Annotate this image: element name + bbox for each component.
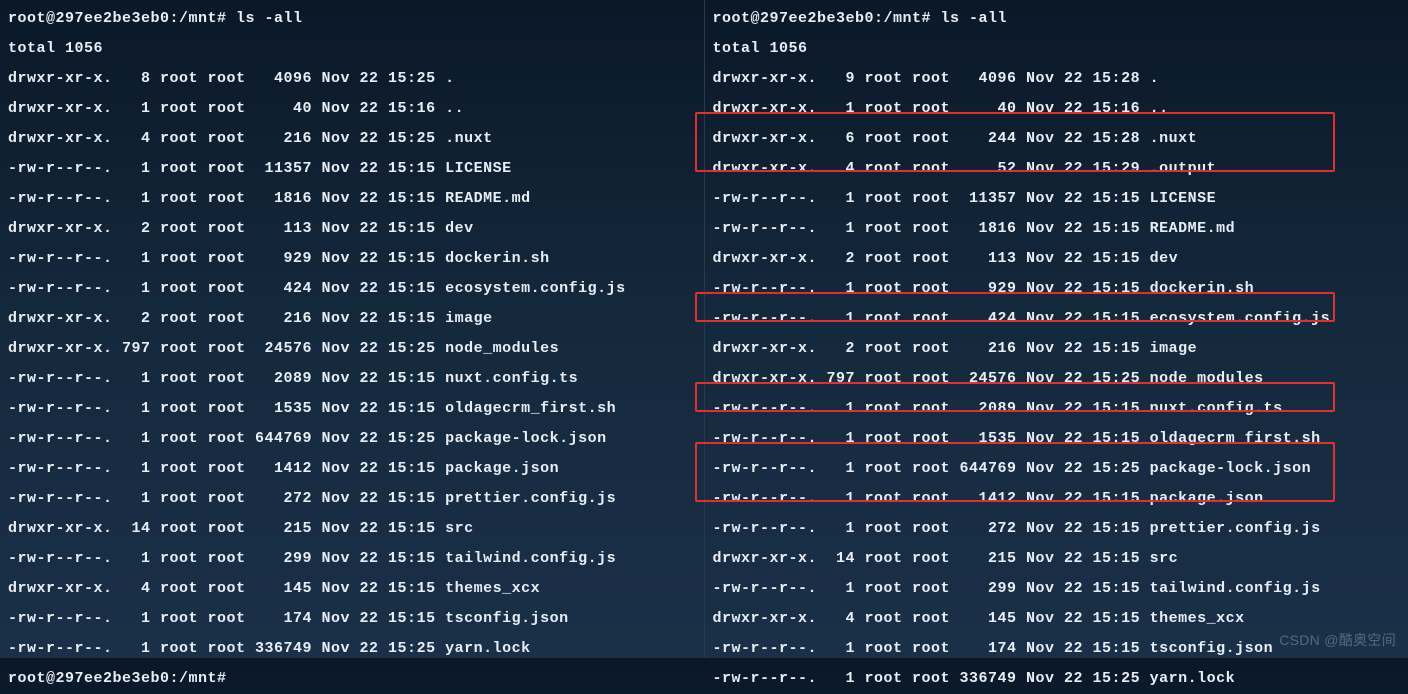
ls-entry: drwxr-xr-x. 1 root root 40 Nov 22 15:16 … — [8, 94, 696, 124]
ls-entry: drwxr-xr-x. 4 root root 145 Nov 22 15:15… — [8, 574, 696, 604]
ls-entry: drwxr-xr-x. 2 root root 113 Nov 22 15:15… — [8, 214, 696, 244]
ls-entry: -rw-r--r--. 1 root root 11357 Nov 22 15:… — [713, 184, 1401, 214]
ls-entry: drwxr-xr-x. 9 root root 4096 Nov 22 15:2… — [713, 64, 1401, 94]
ls-entry: -rw-r--r--. 1 root root 2089 Nov 22 15:1… — [8, 364, 696, 394]
total-line: total 1056 — [8, 34, 696, 64]
ls-entry: -rw-r--r--. 1 root root 1816 Nov 22 15:1… — [713, 214, 1401, 244]
highlight-box — [695, 112, 1335, 172]
prompt-line: root@297ee2be3eb0:/mnt# ls -all — [8, 4, 696, 34]
highlight-box — [695, 442, 1335, 502]
ls-entry: -rw-r--r--. 1 root root 174 Nov 22 15:15… — [8, 604, 696, 634]
ls-entry: -rw-r--r--. 1 root root 299 Nov 22 15:15… — [713, 574, 1401, 604]
ls-entry: -rw-r--r--. 1 root root 1535 Nov 22 15:1… — [8, 394, 696, 424]
ls-entry: -rw-r--r--. 1 root root 336749 Nov 22 15… — [713, 664, 1401, 694]
terminal-pane-left[interactable]: root@297ee2be3eb0:/mnt# ls -all total 10… — [0, 0, 705, 658]
prompt-line-end: root@297ee2be3eb0:/mnt# — [8, 664, 696, 694]
watermark: CSDN @酷奥空间 — [1279, 630, 1396, 650]
ls-entry: -rw-r--r--. 1 root root 272 Nov 22 15:15… — [8, 484, 696, 514]
ls-entry: -rw-r--r--. 1 root root 299 Nov 22 15:15… — [8, 544, 696, 574]
ls-entry: drwxr-xr-x. 8 root root 4096 Nov 22 15:2… — [8, 64, 696, 94]
ls-entry: -rw-r--r--. 1 root root 1412 Nov 22 15:1… — [8, 454, 696, 484]
terminal-pane-right[interactable]: root@297ee2be3eb0:/mnt# ls -all total 10… — [705, 0, 1408, 658]
ls-entry: -rw-r--r--. 1 root root 11357 Nov 22 15:… — [8, 154, 696, 184]
ls-entry: drwxr-xr-x. 4 root root 216 Nov 22 15:25… — [8, 124, 696, 154]
highlight-box — [695, 292, 1335, 322]
ls-entry: -rw-r--r--. 1 root root 272 Nov 22 15:15… — [713, 514, 1401, 544]
ls-entry: -rw-r--r--. 1 root root 424 Nov 22 15:15… — [8, 274, 696, 304]
ls-entry: drwxr-xr-x. 2 root root 216 Nov 22 15:15… — [8, 304, 696, 334]
ls-entry: drwxr-xr-x. 2 root root 113 Nov 22 15:15… — [713, 244, 1401, 274]
ls-entry: drwxr-xr-x. 2 root root 216 Nov 22 15:15… — [713, 334, 1401, 364]
ls-entry: -rw-r--r--. 1 root root 1816 Nov 22 15:1… — [8, 184, 696, 214]
total-line: total 1056 — [713, 34, 1401, 64]
ls-entry: -rw-r--r--. 1 root root 644769 Nov 22 15… — [8, 424, 696, 454]
ls-entry: drwxr-xr-x. 797 root root 24576 Nov 22 1… — [8, 334, 696, 364]
highlight-box — [695, 382, 1335, 412]
ls-entry: drwxr-xr-x. 14 root root 215 Nov 22 15:1… — [8, 514, 696, 544]
ls-entry: -rw-r--r--. 1 root root 929 Nov 22 15:15… — [8, 244, 696, 274]
ls-entry: drwxr-xr-x. 14 root root 215 Nov 22 15:1… — [713, 544, 1401, 574]
ls-entry: -rw-r--r--. 1 root root 336749 Nov 22 15… — [8, 634, 696, 664]
prompt-line: root@297ee2be3eb0:/mnt# ls -all — [713, 4, 1401, 34]
